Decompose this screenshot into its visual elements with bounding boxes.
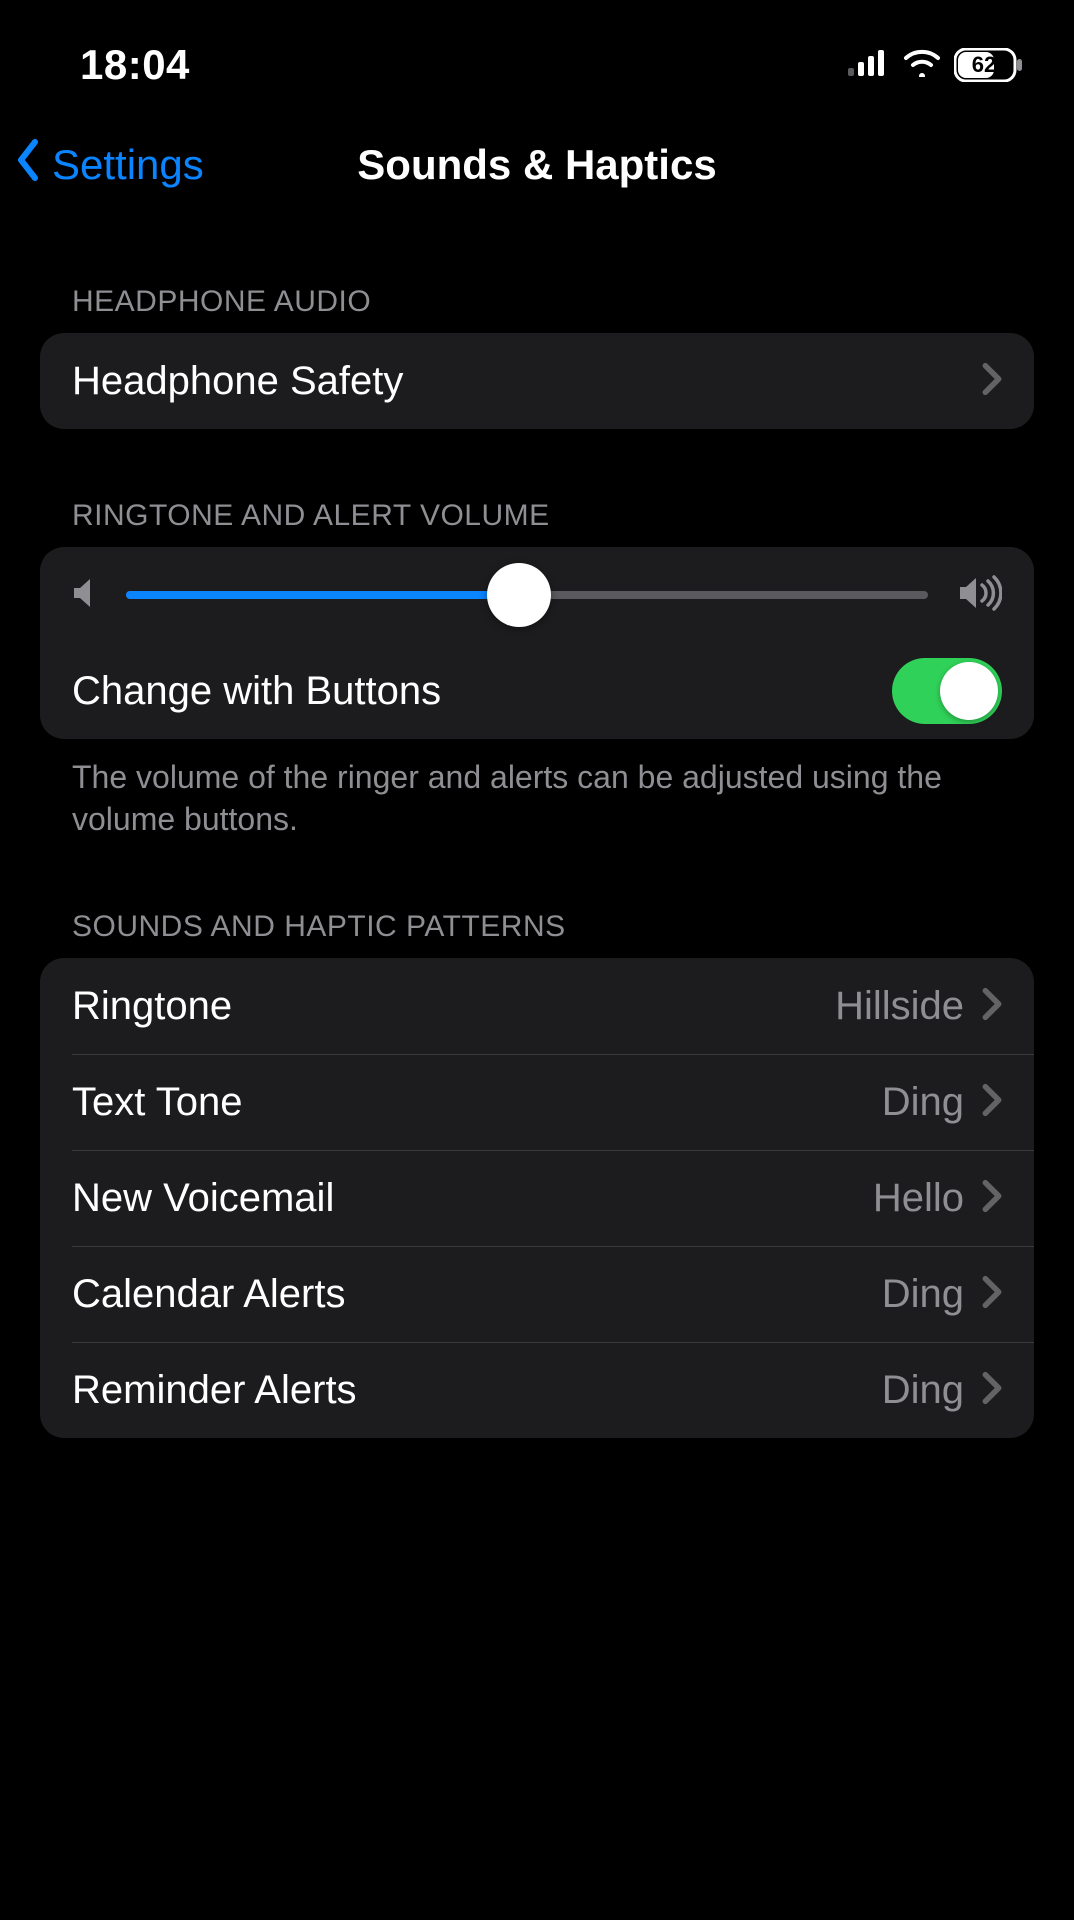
toggle-knob (940, 662, 998, 720)
section-footer-volume: The volume of the ringer and alerts can … (40, 739, 1034, 840)
volume-slider[interactable] (126, 591, 928, 599)
row-reminder-alerts[interactable]: Reminder Alerts Ding (40, 1342, 1034, 1438)
chevron-right-icon (982, 362, 1002, 401)
status-indicators: 62 (848, 47, 1024, 82)
slider-thumb[interactable] (487, 563, 551, 627)
row-value: Ding (882, 1080, 964, 1125)
speaker-low-icon (72, 576, 96, 615)
row-label: Headphone Safety (72, 359, 982, 404)
battery-icon: 62 (954, 48, 1024, 82)
chevron-left-icon (14, 138, 44, 192)
row-label: New Voicemail (72, 1176, 873, 1221)
chevron-right-icon (982, 1179, 1002, 1218)
row-value: Ding (882, 1368, 964, 1413)
battery-percent: 62 (954, 52, 1014, 78)
row-value: Hello (873, 1176, 964, 1221)
row-label: Text Tone (72, 1080, 882, 1125)
wifi-icon (902, 47, 942, 82)
row-calendar-alerts[interactable]: Calendar Alerts Ding (40, 1246, 1034, 1342)
row-ringtone[interactable]: Ringtone Hillside (40, 958, 1034, 1054)
row-change-with-buttons: Change with Buttons (40, 643, 1034, 739)
row-value: Hillside (835, 984, 964, 1029)
chevron-right-icon (982, 1371, 1002, 1410)
row-new-voicemail[interactable]: New Voicemail Hello (40, 1150, 1034, 1246)
toggle-change-with-buttons[interactable] (892, 658, 1002, 724)
status-bar: 18:04 62 (0, 0, 1074, 105)
section-header-patterns: SOUNDS AND HAPTIC PATTERNS (40, 910, 1034, 958)
slider-fill (126, 591, 519, 599)
row-label: Calendar Alerts (72, 1272, 882, 1317)
row-headphone-safety[interactable]: Headphone Safety (40, 333, 1034, 429)
row-label: Ringtone (72, 984, 835, 1029)
group-headphone: Headphone Safety (40, 333, 1034, 429)
speaker-high-icon (958, 575, 1002, 616)
chevron-right-icon (982, 987, 1002, 1026)
chevron-right-icon (982, 1083, 1002, 1122)
row-label: Reminder Alerts (72, 1368, 882, 1413)
row-text-tone[interactable]: Text Tone Ding (40, 1054, 1034, 1150)
back-button[interactable]: Settings (14, 138, 204, 192)
row-volume-slider (40, 547, 1034, 643)
section-header-volume: RINGTONE AND ALERT VOLUME (40, 499, 1034, 547)
cellular-icon (848, 48, 890, 81)
status-time: 18:04 (80, 41, 190, 89)
row-label: Change with Buttons (72, 669, 892, 714)
row-value: Ding (882, 1272, 964, 1317)
group-volume: Change with Buttons (40, 547, 1034, 739)
back-label: Settings (52, 141, 204, 189)
group-patterns: Ringtone Hillside Text Tone Ding New Voi… (40, 958, 1034, 1438)
nav-bar: Settings Sounds & Haptics (0, 125, 1074, 205)
chevron-right-icon (982, 1275, 1002, 1314)
section-header-headphone: HEADPHONE AUDIO (40, 285, 1034, 333)
